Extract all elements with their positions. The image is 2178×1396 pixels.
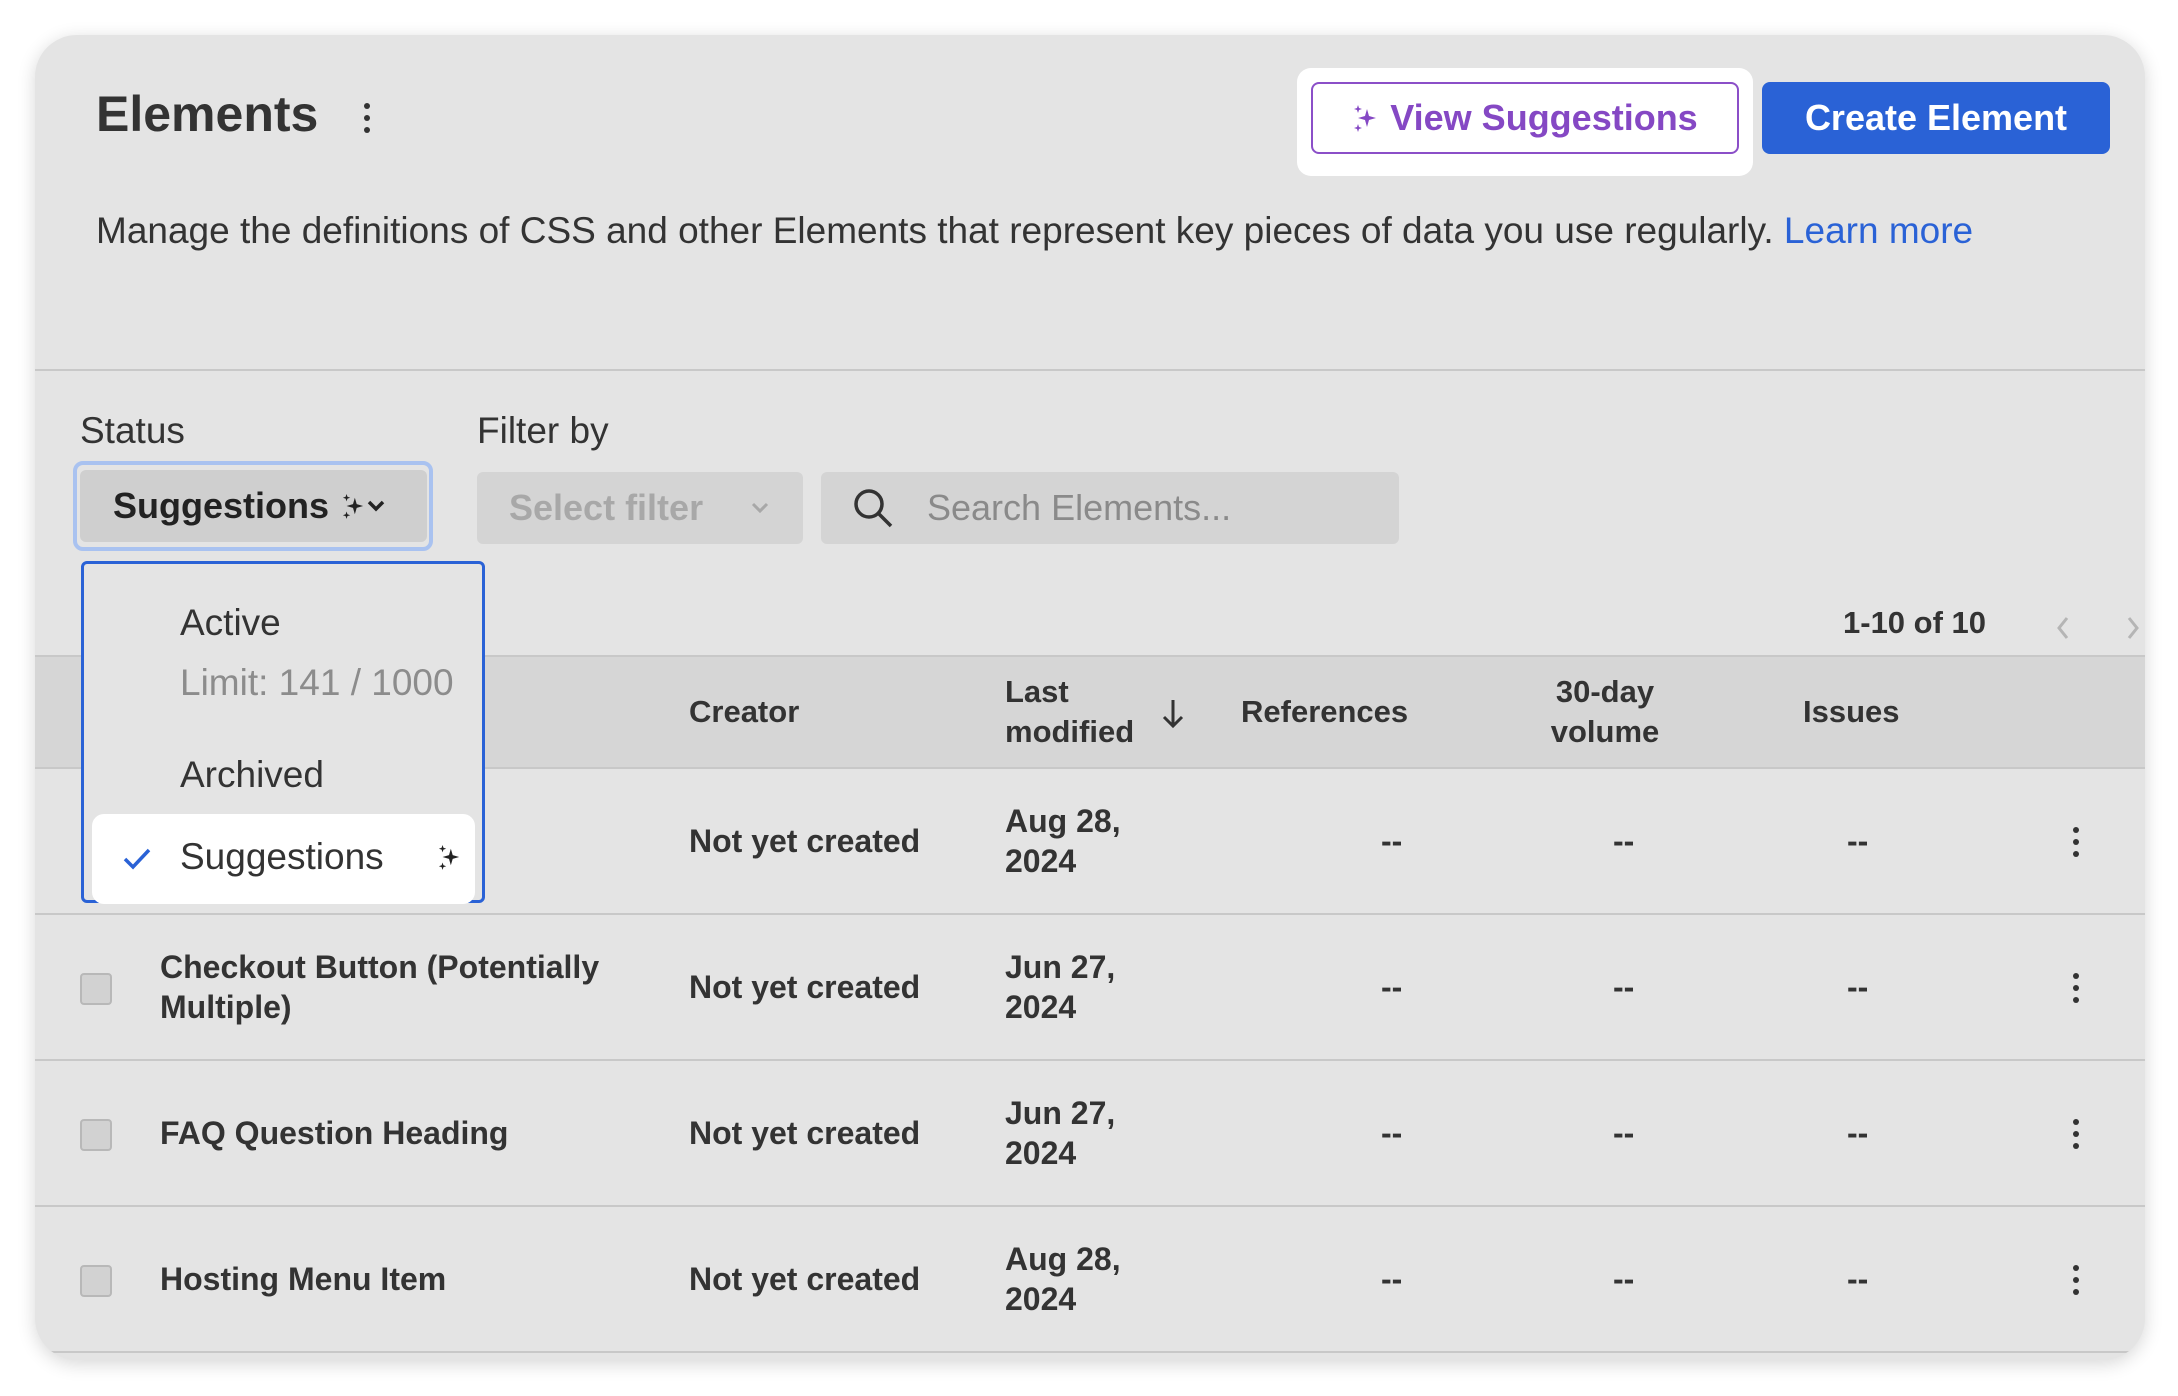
title-more-icon[interactable]: [360, 103, 374, 133]
chevron-left-icon[interactable]: [2055, 615, 2071, 641]
create-element-button[interactable]: Create Element: [1762, 82, 2110, 154]
search-icon: [854, 489, 893, 528]
column-header-last-modified[interactable]: Last modified: [1005, 672, 1134, 752]
column-header-issues[interactable]: Issues: [1803, 692, 1900, 732]
cell-date-line1: Jun 27,: [1005, 949, 1116, 985]
cell-creator: Not yet created: [689, 1261, 921, 1297]
column-header-30-day-volume[interactable]: 30-day volume: [1535, 672, 1675, 752]
cell-volume: --: [1613, 1115, 1635, 1151]
cell-issues: --: [1847, 1115, 1869, 1151]
active-limit-text: Limit: 141 / 1000: [180, 662, 454, 703]
status-select[interactable]: Suggestions: [80, 470, 427, 542]
cell-volume: --: [1613, 969, 1635, 1005]
cell-last-modified: Aug 28, 2024: [1005, 1239, 1165, 1319]
status-option-suggestions-label: Suggestions: [180, 836, 384, 877]
elements-card: Elements View Suggestions Create Element…: [35, 35, 2145, 1360]
search-box[interactable]: [821, 472, 1399, 544]
cell-last-modified: Jun 27, 2024: [1005, 1093, 1165, 1173]
table-row[interactable]: Checkout Button (Potentially Multiple) N…: [35, 915, 2145, 1061]
row-checkbox[interactable]: [80, 1265, 112, 1297]
cell-references: --: [1381, 1115, 1403, 1151]
status-dropdown-menu: Active Limit: 141 / 1000 Archived Sugges…: [81, 561, 485, 904]
cell-date-line1: Jun 27,: [1005, 1095, 1116, 1131]
sparkle-icon: [1354, 105, 1377, 132]
status-option-active[interactable]: Active: [180, 602, 281, 644]
column-header-volume-line2: volume: [1550, 714, 1660, 749]
arrow-down-icon[interactable]: [1160, 697, 1186, 731]
sparkle-icon: [438, 845, 460, 870]
page-description: Manage the definitions of CSS and other …: [96, 200, 2096, 261]
cell-date-line1: Aug 28,: [1005, 803, 1121, 839]
status-option-suggestions[interactable]: Suggestions: [92, 814, 475, 904]
view-suggestions-button[interactable]: View Suggestions: [1311, 82, 1739, 154]
check-icon: [123, 848, 151, 870]
cell-references: --: [1381, 969, 1403, 1005]
row-checkbox[interactable]: [80, 973, 112, 1005]
filter-by-label: Filter by: [477, 410, 609, 451]
column-header-volume-line1: 30-day: [1555, 674, 1655, 709]
page-title: Elements: [96, 86, 319, 142]
column-header-references[interactable]: References: [1241, 692, 1408, 732]
row-checkbox[interactable]: [80, 1119, 112, 1151]
chevron-down-icon: [751, 502, 769, 514]
search-input[interactable]: [927, 487, 1367, 529]
status-option-archived[interactable]: Archived: [180, 754, 324, 796]
cell-volume: --: [1613, 823, 1635, 859]
status-select-value: Suggestions: [113, 485, 330, 526]
cell-creator: Not yet created: [689, 969, 921, 1005]
pagination-text: 1-10 of 10: [1843, 605, 1987, 640]
column-header-last-modified-line1: Last: [1005, 674, 1069, 709]
table-row[interactable]: Hosting Menu Item Not yet created Aug 28…: [35, 1207, 2145, 1353]
cell-last-modified: Jun 27, 2024: [1005, 947, 1165, 1027]
cell-creator: Not yet created: [689, 1115, 921, 1151]
cell-name[interactable]: FAQ Question Heading: [160, 1113, 630, 1153]
chevron-right-icon[interactable]: [2125, 615, 2141, 641]
learn-more-link[interactable]: Learn more: [1784, 210, 1973, 251]
cell-name-line2: Multiple): [160, 989, 292, 1025]
filter-select[interactable]: Select filter: [477, 472, 803, 544]
column-header-creator[interactable]: Creator: [689, 692, 799, 732]
filter-select-placeholder: Select filter: [509, 487, 704, 528]
cell-references: --: [1381, 1261, 1403, 1297]
cell-date-line1: Aug 28,: [1005, 1241, 1121, 1277]
cell-creator: Not yet created: [689, 823, 921, 859]
cell-issues: --: [1847, 1261, 1869, 1297]
cell-date-line2: 2024: [1005, 1281, 1077, 1317]
view-suggestions-label: View Suggestions: [1390, 97, 1698, 138]
cell-volume: --: [1613, 1261, 1635, 1297]
cell-issues: --: [1847, 823, 1869, 859]
cell-date-line2: 2024: [1005, 843, 1077, 879]
cell-name[interactable]: Checkout Button (Potentially Multiple): [160, 947, 630, 1027]
cell-name-line1: Checkout Button (Potentially: [160, 949, 600, 985]
row-more-icon[interactable]: [2069, 1119, 2083, 1149]
cell-name[interactable]: Hosting Menu Item: [160, 1259, 630, 1299]
cell-date-line2: 2024: [1005, 989, 1077, 1025]
row-more-icon[interactable]: [2069, 973, 2083, 1003]
description-text: Manage the definitions of CSS and other …: [96, 210, 1784, 251]
table-row[interactable]: FAQ Question Heading Not yet created Jun…: [35, 1061, 2145, 1207]
sparkle-icon: [342, 494, 364, 519]
cell-issues: --: [1847, 969, 1869, 1005]
cell-last-modified: Aug 28, 2024: [1005, 801, 1165, 881]
cell-date-line2: 2024: [1005, 1135, 1077, 1171]
chevron-down-icon: [367, 500, 385, 512]
column-header-last-modified-line2: modified: [1005, 714, 1135, 749]
row-more-icon[interactable]: [2069, 1265, 2083, 1295]
status-label: Status: [80, 410, 185, 451]
cell-references: --: [1381, 823, 1403, 859]
page-header: Elements View Suggestions Create Element…: [35, 35, 2145, 371]
row-more-icon[interactable]: [2069, 827, 2083, 857]
